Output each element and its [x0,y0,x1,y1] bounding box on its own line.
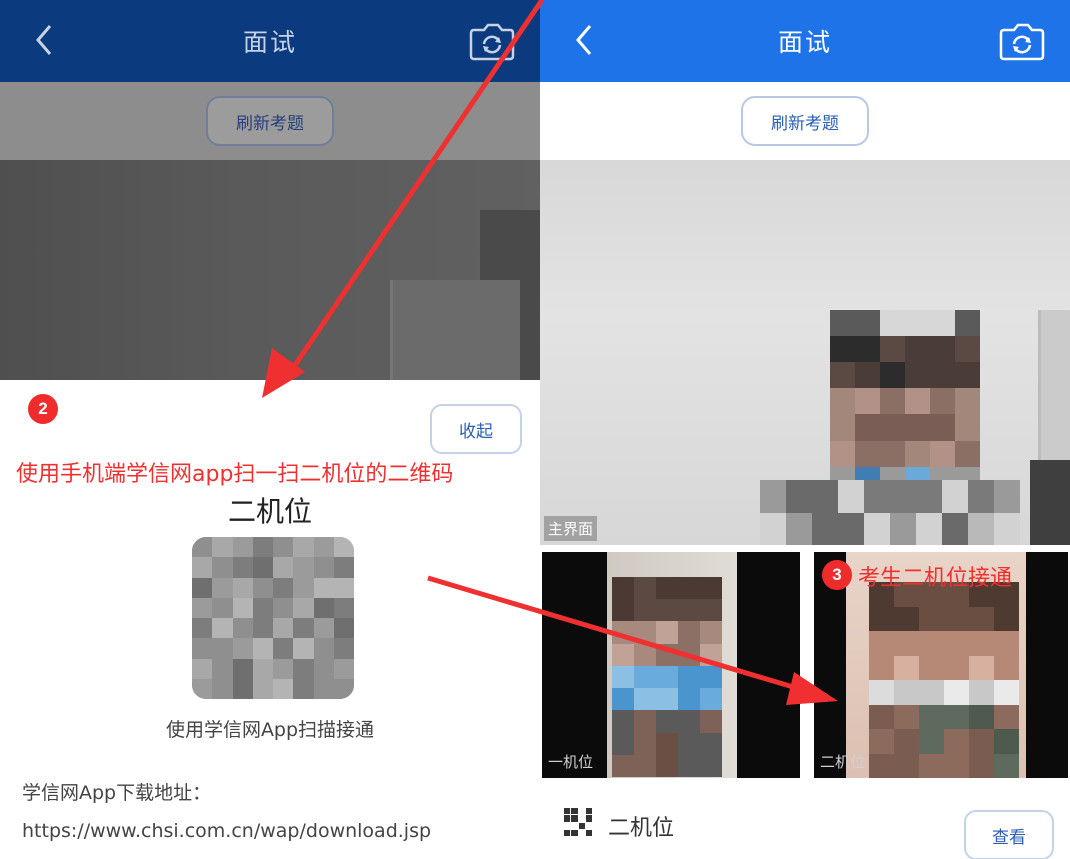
refresh-bar: 刷新考题 [0,82,540,160]
connected-annotation: 考生二机位接通 [858,566,1013,591]
first-seat-blurred-person [612,577,722,777]
camera-preview [0,160,540,380]
scan-instruction: 使用学信网App扫描接通 [165,719,375,741]
left-screen: 面试 刷新考题 2 收起 使用手机端学信网app扫一扫二机位的二维码 二机位 使… [0,0,540,859]
page-title: 面试 [777,28,832,57]
seat-thumbnails: 一机位 二机位 3 考生二机位接通 [540,552,1070,778]
first-seat-label: 一机位 [548,753,594,771]
left-header: 面试 [0,0,540,82]
step-badge: 2 [28,394,58,424]
preview-cabinet [390,280,520,380]
instruction-annotation: 使用手机端学信网app扫一扫二机位的二维码 [16,462,454,487]
download-label: 学信网App下载地址： [22,782,212,804]
right-header: 面试 [540,0,1070,82]
first-seat-video[interactable]: 一机位 [542,552,800,778]
refresh-bar: 刷新考题 [540,82,1070,160]
refresh-questions-button[interactable]: 刷新考题 [741,96,869,146]
candidate-blurred-body [760,480,1020,545]
second-seat-sheet: 2 收起 使用手机端学信网app扫一扫二机位的二维码 二机位 使用学信网App扫… [0,380,540,859]
second-seat-label: 二机位 [820,753,866,771]
main-video-label: 主界面 [544,516,598,541]
qr-code-image [192,537,354,699]
camera-switch-icon[interactable] [468,20,516,62]
main-video[interactable]: 主界面 [540,160,1070,545]
right-screen: 面试 刷新考题 主界面 一机位 二机位 3 考生二机位接通 二机位 查看 [540,0,1070,859]
download-url: https://www.chsi.com.cn/wap/download.jsp [22,820,432,842]
seat-row-label: 二机位 [608,816,675,841]
main-video-furniture [1030,460,1070,545]
seat-title: 二机位 [227,495,312,528]
second-seat-row: 二机位 查看 [540,786,1070,859]
camera-switch-icon[interactable] [998,20,1046,62]
page-title: 面试 [242,28,297,57]
collapse-button[interactable]: 收起 [430,404,522,454]
second-seat-blurred-person [869,582,1019,778]
chevron-left-icon[interactable] [570,20,596,60]
view-button[interactable]: 查看 [964,810,1054,859]
chevron-left-icon[interactable] [30,20,56,60]
refresh-questions-button[interactable]: 刷新考题 [206,96,334,146]
qr-code-icon [564,808,592,836]
step-badge: 3 [822,560,852,590]
